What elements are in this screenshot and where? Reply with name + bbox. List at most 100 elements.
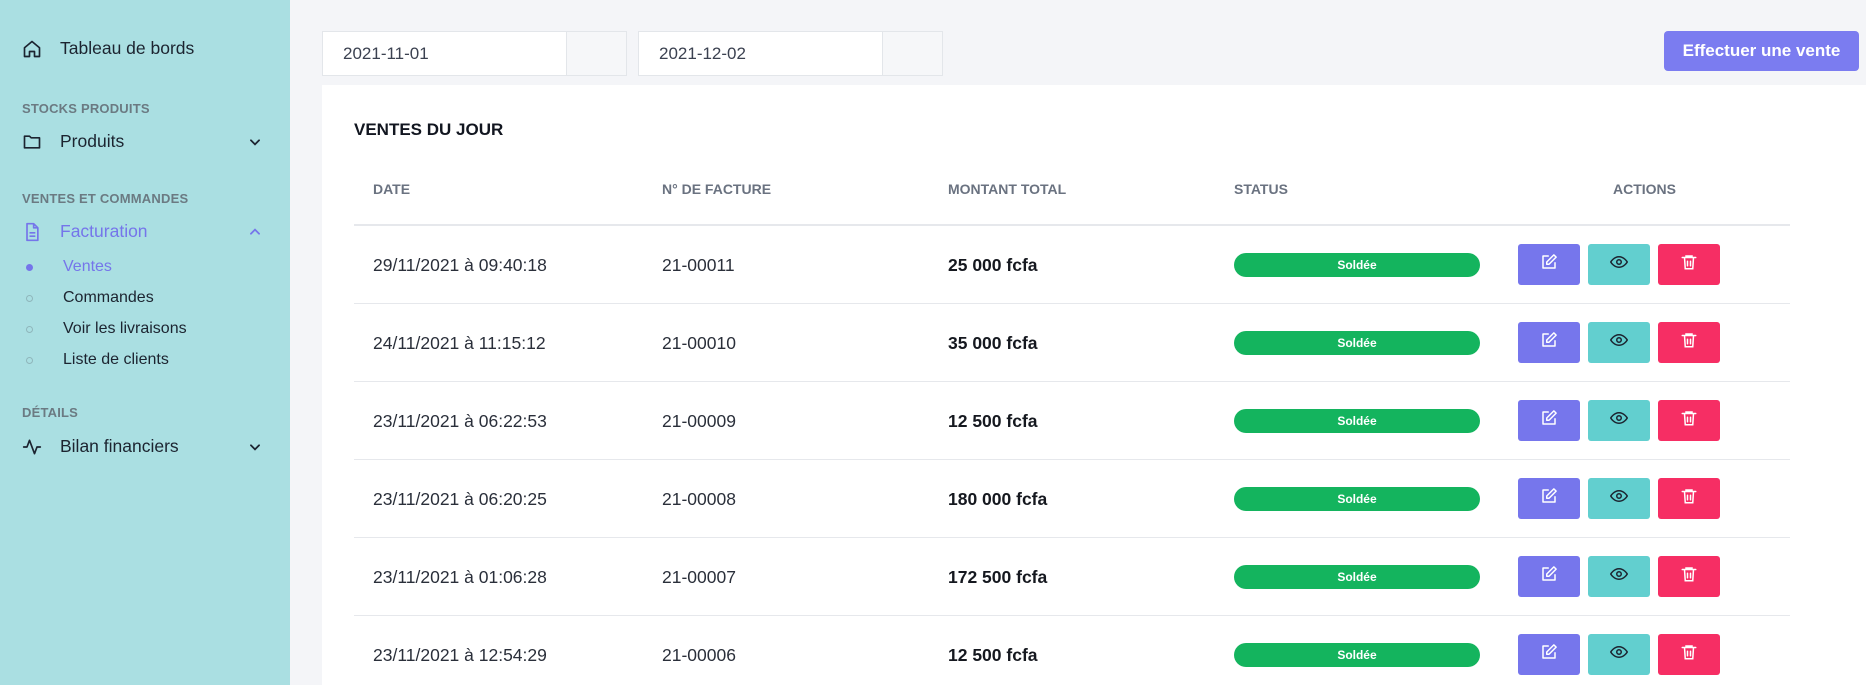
- end-date-addon[interactable]: [883, 32, 942, 75]
- status-badge: Soldée: [1234, 643, 1480, 667]
- edit-icon: [1540, 643, 1558, 666]
- nav-produits[interactable]: Produits: [22, 131, 262, 152]
- eye-icon: [1609, 565, 1629, 588]
- cell-invoice: 21-00011: [662, 255, 735, 275]
- sidebar: Tableau de bords STOCKS PRODUITS Produit…: [0, 0, 290, 685]
- nav-dashboard[interactable]: Tableau de bords: [22, 38, 194, 59]
- start-date-input[interactable]: 2021-11-01: [323, 32, 567, 75]
- sidebar-item-commandes[interactable]: Commandes: [26, 289, 154, 307]
- view-button[interactable]: [1588, 478, 1650, 519]
- view-button[interactable]: [1588, 400, 1650, 441]
- nav-dashboard-label: Tableau de bords: [60, 38, 195, 58]
- delete-button[interactable]: [1658, 400, 1720, 441]
- edit-icon: [1540, 331, 1558, 354]
- trash-icon: [1680, 643, 1698, 666]
- cell-amount: 180 000 fcfa: [948, 489, 1048, 509]
- delete-button[interactable]: [1658, 322, 1720, 363]
- section-title-stocks: STOCKS PRODUITS: [22, 101, 150, 116]
- table-row: 23/11/2021 à 01:06:28 21-00007 172 500 f…: [354, 538, 1790, 616]
- cell-invoice: 21-00009: [662, 411, 736, 431]
- col-header-actions: ACTIONS: [1613, 181, 1676, 197]
- start-date-addon[interactable]: [567, 32, 626, 75]
- cell-invoice: 21-00006: [662, 645, 736, 665]
- cell-date: 29/11/2021 à 09:40:18: [373, 255, 547, 275]
- trash-icon: [1680, 487, 1698, 510]
- sales-card: VENTES DU JOUR DATE N° DE FACTURE MONTAN…: [322, 85, 1866, 685]
- folder-icon: [22, 132, 42, 152]
- nav-produits-label: Produits: [60, 131, 125, 151]
- end-date-input[interactable]: 2021-12-02: [639, 32, 883, 75]
- eye-icon: [1609, 253, 1629, 276]
- col-header-status: STATUS: [1234, 181, 1288, 197]
- eye-icon: [1609, 331, 1629, 354]
- sidebar-item-clients[interactable]: Liste de clients: [26, 351, 169, 369]
- bullet-icon: [26, 356, 33, 364]
- edit-button[interactable]: [1518, 244, 1580, 285]
- sidebar-item-label: Ventes: [63, 258, 112, 275]
- sidebar-item-label: Voir les livraisons: [63, 320, 187, 337]
- view-button[interactable]: [1588, 634, 1650, 675]
- edit-button[interactable]: [1518, 478, 1580, 519]
- sidebar-item-ventes[interactable]: Ventes: [26, 258, 112, 276]
- table-header: DATE N° DE FACTURE MONTANT TOTAL STATUS …: [354, 180, 1790, 226]
- bullet-icon: [26, 263, 33, 271]
- col-header-invoice: N° DE FACTURE: [662, 181, 772, 197]
- edit-button[interactable]: [1518, 556, 1580, 597]
- trash-icon: [1680, 331, 1698, 354]
- trash-icon: [1680, 253, 1698, 276]
- nav-facturation-label: Facturation: [60, 221, 148, 241]
- trash-icon: [1680, 565, 1698, 588]
- chevron-up-icon: [248, 225, 262, 239]
- view-button[interactable]: [1588, 322, 1650, 363]
- nav-bilan[interactable]: Bilan financiers: [22, 436, 262, 457]
- cell-amount: 25 000 fcfa: [948, 255, 1038, 275]
- table-body: 29/11/2021 à 09:40:18 21-00011 25 000 fc…: [354, 226, 1790, 685]
- edit-icon: [1540, 409, 1558, 432]
- bullet-icon: [26, 294, 33, 302]
- col-header-amount: MONTANT TOTAL: [948, 181, 1067, 197]
- section-title-ventes: VENTES ET COMMANDES: [22, 191, 189, 206]
- table-row: 24/11/2021 à 11:15:12 21-00010 35 000 fc…: [354, 304, 1790, 382]
- cell-amount: 35 000 fcfa: [948, 333, 1038, 353]
- delete-button[interactable]: [1658, 478, 1720, 519]
- trash-icon: [1680, 409, 1698, 432]
- view-button[interactable]: [1588, 556, 1650, 597]
- cell-date: 23/11/2021 à 06:22:53: [373, 411, 547, 431]
- card-title: VENTES DU JOUR: [354, 120, 504, 139]
- sidebar-item-livraisons[interactable]: Voir les livraisons: [26, 320, 187, 338]
- sidebar-item-label: Commandes: [63, 289, 154, 306]
- chevron-down-icon: [248, 440, 262, 454]
- cell-date: 24/11/2021 à 11:15:12: [373, 333, 546, 353]
- status-badge: Soldée: [1234, 331, 1480, 355]
- status-badge: Soldée: [1234, 253, 1480, 277]
- cell-date: 23/11/2021 à 06:20:25: [373, 489, 547, 509]
- edit-button[interactable]: [1518, 322, 1580, 363]
- edit-icon: [1540, 565, 1558, 588]
- activity-icon: [22, 437, 42, 457]
- status-badge: Soldée: [1234, 487, 1480, 511]
- bullet-icon: [26, 325, 33, 333]
- delete-button[interactable]: [1658, 556, 1720, 597]
- chevron-down-icon: [248, 135, 262, 149]
- table-row: 23/11/2021 à 06:22:53 21-00009 12 500 fc…: [354, 382, 1790, 460]
- nav-bilan-label: Bilan financiers: [60, 436, 179, 456]
- edit-icon: [1540, 253, 1558, 276]
- cell-invoice: 21-00007: [662, 567, 736, 587]
- status-badge: Soldée: [1234, 409, 1480, 433]
- new-sale-button[interactable]: Effectuer une vente: [1664, 31, 1859, 71]
- delete-button[interactable]: [1658, 244, 1720, 285]
- cell-amount: 172 500 fcfa: [948, 567, 1048, 587]
- delete-button[interactable]: [1658, 634, 1720, 675]
- end-date-field[interactable]: 2021-12-02: [638, 31, 943, 76]
- table-row: 23/11/2021 à 06:20:25 21-00008 180 000 f…: [354, 460, 1790, 538]
- nav-facturation[interactable]: Facturation: [22, 221, 262, 242]
- edit-icon: [1540, 487, 1558, 510]
- cell-amount: 12 500 fcfa: [948, 645, 1038, 665]
- edit-button[interactable]: [1518, 400, 1580, 441]
- view-button[interactable]: [1588, 244, 1650, 285]
- edit-button[interactable]: [1518, 634, 1580, 675]
- cell-date: 23/11/2021 à 01:06:28: [373, 567, 547, 587]
- home-icon: [22, 39, 42, 59]
- table-row: 29/11/2021 à 09:40:18 21-00011 25 000 fc…: [354, 226, 1790, 304]
- start-date-field[interactable]: 2021-11-01: [322, 31, 627, 76]
